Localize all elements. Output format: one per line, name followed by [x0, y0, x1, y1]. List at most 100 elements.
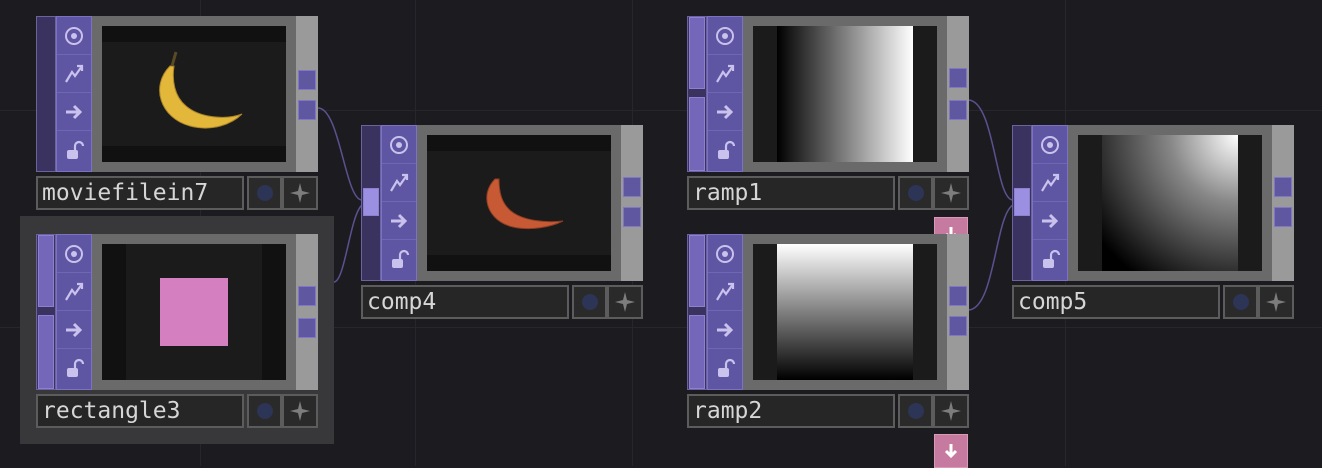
- lock-icon[interactable]: [708, 131, 742, 169]
- input-bar: [36, 16, 56, 172]
- sparkle-icon: [290, 401, 310, 421]
- arrow-right-icon[interactable]: [57, 93, 91, 131]
- node-moviefilein7[interactable]: moviefilein7: [36, 16, 318, 210]
- viewer-icon[interactable]: [57, 17, 91, 55]
- wire-rectangle3-comp4: [333, 204, 363, 283]
- arrow-right-icon[interactable]: [382, 202, 416, 240]
- cook-icon[interactable]: [1033, 164, 1067, 202]
- node-rectangle3[interactable]: rectangle3: [36, 234, 318, 428]
- cook-toggle[interactable]: [1258, 285, 1294, 319]
- cook-toggle[interactable]: [933, 394, 969, 428]
- letterbox-bar: [262, 244, 286, 380]
- node-ramp1[interactable]: ramp1: [687, 16, 969, 210]
- output-connector[interactable]: [949, 68, 967, 88]
- lock-icon[interactable]: [57, 131, 91, 169]
- lock-icon[interactable]: [57, 349, 91, 387]
- dot-icon: [1232, 294, 1249, 310]
- lock-icon[interactable]: [382, 240, 416, 278]
- arrow-right-icon[interactable]: [708, 93, 742, 131]
- node-flags: [56, 16, 92, 172]
- bypass-toggle[interactable]: [572, 285, 607, 319]
- cook-icon[interactable]: [708, 55, 742, 93]
- input-connector[interactable]: [689, 17, 705, 89]
- output-connector[interactable]: [1274, 207, 1292, 227]
- output-bar: [296, 16, 318, 172]
- dot-icon: [907, 185, 924, 201]
- node-viewer-frame[interactable]: [743, 234, 947, 390]
- output-connector[interactable]: [1274, 177, 1292, 197]
- cook-toggle[interactable]: [282, 176, 318, 210]
- banana-image: [159, 51, 243, 129]
- lock-icon[interactable]: [708, 349, 742, 387]
- node-name[interactable]: moviefilein7: [36, 176, 244, 210]
- cook-toggle[interactable]: [607, 285, 643, 319]
- node-name[interactable]: ramp1: [687, 176, 895, 210]
- node-name[interactable]: ramp2: [687, 394, 895, 428]
- bypass-toggle[interactable]: [898, 394, 933, 428]
- bypass-toggle[interactable]: [247, 394, 282, 428]
- bypass-toggle[interactable]: [247, 176, 282, 210]
- input-connector[interactable]: [1014, 188, 1030, 216]
- input-connector[interactable]: [689, 315, 705, 389]
- arrow-right-icon[interactable]: [708, 311, 742, 349]
- red-banana-image: [486, 178, 564, 230]
- node-name[interactable]: comp5: [1012, 285, 1220, 319]
- node-viewer-frame[interactable]: [417, 125, 621, 281]
- cook-toggle[interactable]: [933, 176, 969, 210]
- output-connector[interactable]: [298, 100, 316, 120]
- node-viewer[interactable]: [427, 135, 611, 271]
- node-name[interactable]: rectangle3: [36, 394, 244, 428]
- node-comp5[interactable]: comp5: [1012, 125, 1294, 319]
- node-viewer[interactable]: [102, 26, 286, 162]
- node-ramp2[interactable]: ramp2: [687, 234, 969, 428]
- input-connector[interactable]: [689, 235, 705, 307]
- output-connector[interactable]: [949, 100, 967, 120]
- sparkle-icon: [941, 183, 961, 203]
- node-flags: [56, 234, 92, 390]
- cook-icon[interactable]: [708, 273, 742, 311]
- output-connector[interactable]: [298, 318, 316, 338]
- node-viewer-frame[interactable]: [92, 16, 296, 172]
- cook-icon[interactable]: [382, 164, 416, 202]
- input-connector[interactable]: [38, 235, 54, 307]
- viewer-icon[interactable]: [57, 235, 91, 273]
- bypass-toggle[interactable]: [898, 176, 933, 210]
- node-flags: [707, 16, 743, 172]
- node-comp4[interactable]: comp4: [361, 125, 643, 319]
- sparkle-icon: [941, 401, 961, 421]
- bypass-toggle[interactable]: [1223, 285, 1258, 319]
- node-viewer[interactable]: [1078, 135, 1262, 271]
- node-name[interactable]: comp4: [361, 285, 569, 319]
- output-connector[interactable]: [623, 177, 641, 197]
- node-viewer-frame[interactable]: [743, 16, 947, 172]
- viewer-icon[interactable]: [708, 235, 742, 273]
- node-viewer-frame[interactable]: [1068, 125, 1272, 281]
- wire-ramp2-comp5: [967, 204, 1014, 311]
- dot-icon: [907, 403, 924, 419]
- arrow-right-icon[interactable]: [57, 311, 91, 349]
- viewer-icon[interactable]: [1033, 126, 1067, 164]
- node-viewer[interactable]: [753, 244, 937, 380]
- export-arrow-icon[interactable]: [934, 434, 968, 468]
- node-viewer[interactable]: [753, 26, 937, 162]
- arrow-right-icon[interactable]: [1033, 202, 1067, 240]
- pink-rectangle: [160, 278, 228, 346]
- output-connector[interactable]: [298, 286, 316, 306]
- node-viewer[interactable]: [102, 244, 286, 380]
- viewer-icon[interactable]: [708, 17, 742, 55]
- cook-icon[interactable]: [57, 55, 91, 93]
- input-bar: [687, 16, 707, 172]
- node-viewer-frame[interactable]: [92, 234, 296, 390]
- output-connector[interactable]: [949, 286, 967, 306]
- lock-icon[interactable]: [1033, 240, 1067, 278]
- output-connector[interactable]: [623, 207, 641, 227]
- cook-icon[interactable]: [57, 273, 91, 311]
- input-connector[interactable]: [363, 188, 379, 216]
- input-connector[interactable]: [689, 97, 705, 171]
- output-connector[interactable]: [949, 316, 967, 336]
- output-connector[interactable]: [298, 70, 316, 90]
- input-connector[interactable]: [38, 315, 54, 389]
- viewer-icon[interactable]: [382, 126, 416, 164]
- cook-toggle[interactable]: [282, 394, 318, 428]
- sparkle-icon: [290, 183, 310, 203]
